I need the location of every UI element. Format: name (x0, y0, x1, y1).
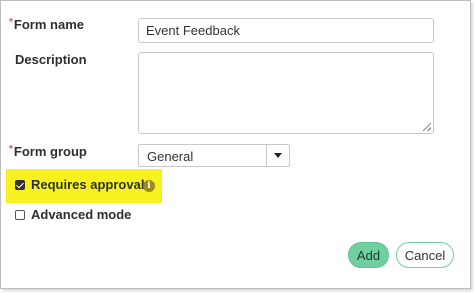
resize-handle-icon[interactable] (423, 123, 431, 131)
description-textarea[interactable] (138, 52, 434, 134)
form-group-dropdown-button[interactable] (266, 145, 289, 166)
advanced-mode-label: Advanced mode (31, 207, 132, 222)
form-dialog: *Form name Event Feedback Description *F… (0, 0, 471, 289)
chevron-down-icon (274, 153, 282, 158)
form-name-label: *Form name (9, 17, 84, 32)
required-marker: * (9, 17, 13, 28)
requires-approval-label: Requires approval (31, 177, 145, 192)
description-label: Description (15, 52, 87, 67)
form-group-label: *Form group (9, 144, 87, 159)
form-group-value: General (147, 149, 194, 164)
add-button[interactable]: Add (348, 242, 389, 268)
requires-approval-checkbox[interactable] (15, 180, 25, 190)
required-marker: * (9, 144, 13, 155)
advanced-mode-checkbox[interactable] (15, 210, 25, 220)
info-icon[interactable]: i (143, 180, 155, 192)
form-name-input[interactable]: Event Feedback (138, 18, 434, 43)
cancel-button[interactable]: Cancel (396, 242, 454, 268)
form-group-select[interactable]: General (138, 144, 290, 167)
